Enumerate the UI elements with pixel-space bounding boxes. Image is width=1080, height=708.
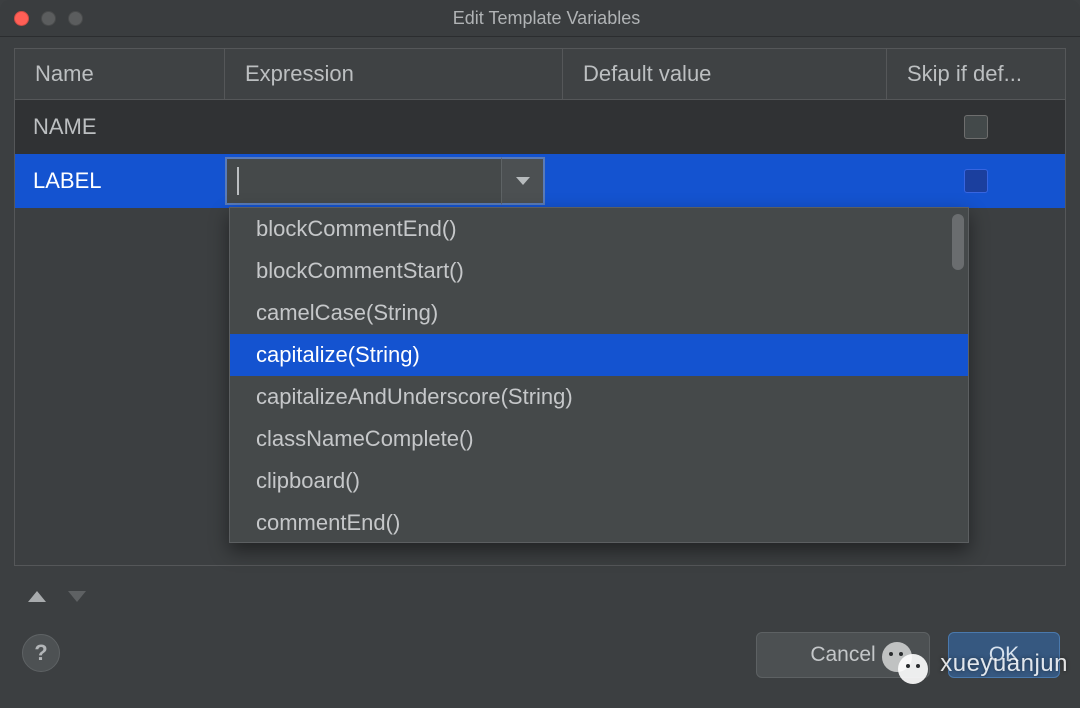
cell-expression[interactable] xyxy=(225,154,563,208)
cancel-button[interactable]: Cancel xyxy=(756,632,930,678)
table-body: NAME LABEL xyxy=(15,100,1065,208)
suggestion-list: blockCommentEnd() blockCommentStart() ca… xyxy=(230,208,968,543)
suggestion-item[interactable]: classNameComplete() xyxy=(230,418,968,460)
suggestion-item[interactable]: clipboard() xyxy=(230,460,968,502)
cell-name[interactable]: NAME xyxy=(15,100,225,154)
variables-table: Name Expression Default value Skip if de… xyxy=(14,48,1066,566)
expression-suggestions-popup: blockCommentEnd() blockCommentStart() ca… xyxy=(229,207,969,543)
suggestion-item[interactable]: commentEnd() xyxy=(230,502,968,543)
cell-default[interactable] xyxy=(563,154,887,208)
column-header-name[interactable]: Name xyxy=(15,49,225,99)
suggestion-item[interactable]: capitalizeAndUnderscore(String) xyxy=(230,376,968,418)
expression-combobox[interactable] xyxy=(225,157,545,205)
table-row[interactable]: LABEL xyxy=(15,154,1065,208)
expression-dropdown-button[interactable] xyxy=(501,157,545,205)
cell-expression[interactable] xyxy=(225,100,563,154)
table-row[interactable]: NAME xyxy=(15,100,1065,154)
move-down-button[interactable] xyxy=(68,591,86,602)
skip-checkbox[interactable] xyxy=(964,169,988,193)
cell-skip[interactable] xyxy=(887,154,1065,208)
expression-input[interactable] xyxy=(225,157,501,205)
cell-default[interactable] xyxy=(563,100,887,154)
dialog-title: Edit Template Variables xyxy=(13,8,1080,29)
scrollbar-thumb[interactable] xyxy=(952,214,964,270)
cell-name[interactable]: LABEL xyxy=(15,154,225,208)
skip-checkbox[interactable] xyxy=(964,115,988,139)
chevron-down-icon xyxy=(516,177,530,185)
row-reorder-controls xyxy=(28,591,86,602)
suggestion-item[interactable]: capitalize(String) xyxy=(230,334,968,376)
titlebar: Edit Template Variables xyxy=(0,0,1080,37)
column-header-expression[interactable]: Expression xyxy=(225,49,563,99)
help-button[interactable]: ? xyxy=(22,634,60,672)
text-caret xyxy=(237,167,239,195)
dialog-window: Edit Template Variables Name Expression … xyxy=(0,0,1080,708)
dialog-actions: Cancel OK xyxy=(756,632,1060,678)
cell-skip[interactable] xyxy=(887,100,1065,154)
ok-button[interactable]: OK xyxy=(948,632,1060,678)
table-header: Name Expression Default value Skip if de… xyxy=(15,49,1065,100)
column-header-skip[interactable]: Skip if def... xyxy=(887,49,1065,99)
column-header-default[interactable]: Default value xyxy=(563,49,887,99)
suggestion-item[interactable]: camelCase(String) xyxy=(230,292,968,334)
move-up-button[interactable] xyxy=(28,591,46,602)
suggestion-item[interactable]: blockCommentStart() xyxy=(230,250,968,292)
suggestion-item[interactable]: blockCommentEnd() xyxy=(230,208,968,250)
